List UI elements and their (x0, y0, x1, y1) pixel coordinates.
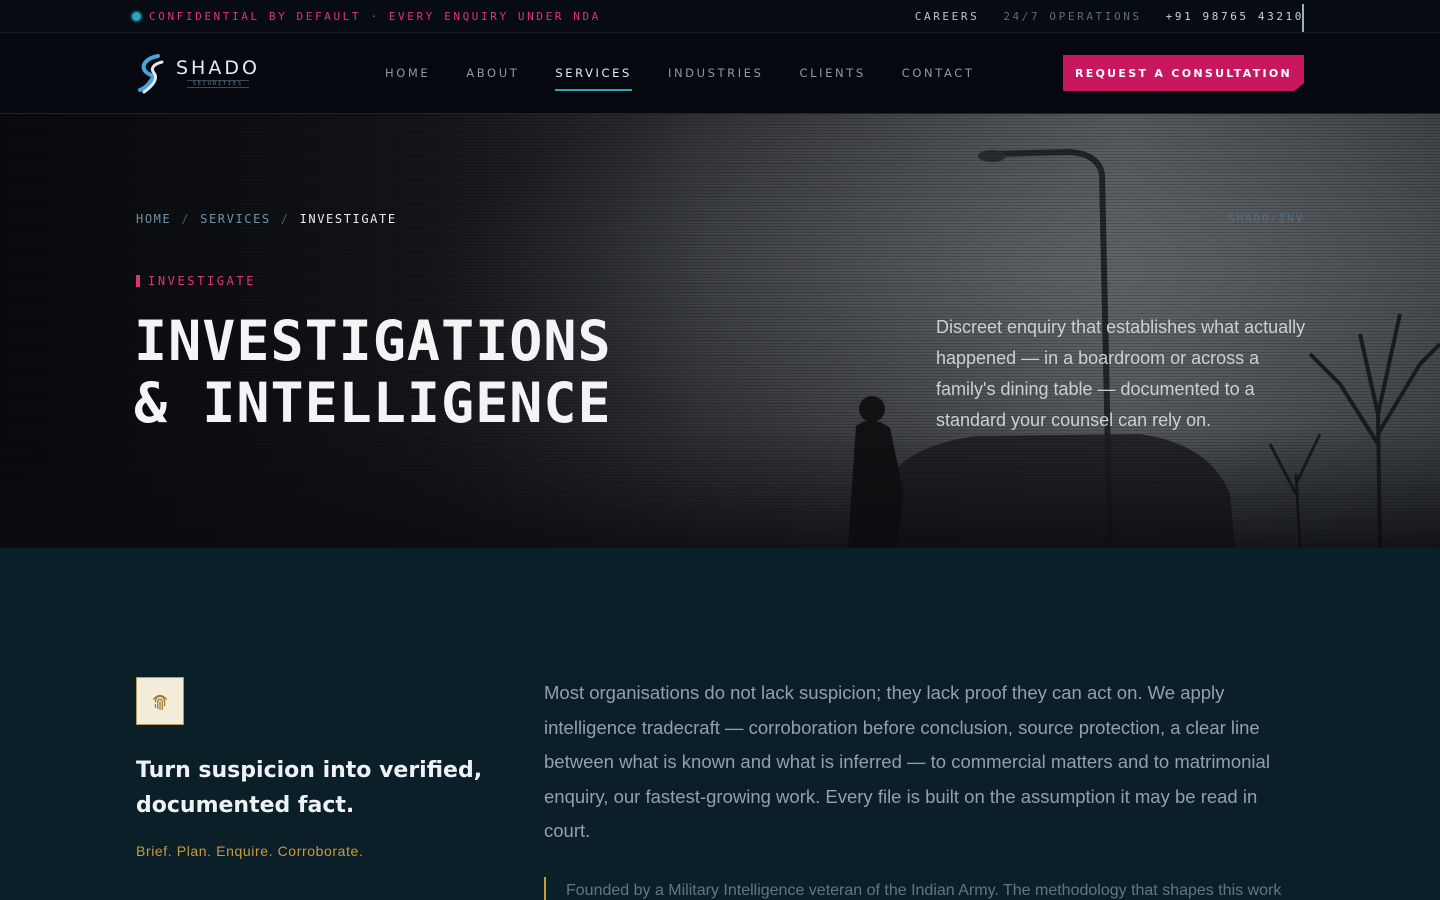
eyebrow-label: INVESTIGATE (148, 274, 257, 288)
logo-mark-icon (138, 54, 164, 94)
founder-quote: Founded by a Military Intelligence veter… (544, 877, 1304, 900)
page-title: INVESTIGATIONS & INTELLIGENCE (134, 310, 612, 434)
top-bar-links: CAREERS 24/7 OPERATIONS +91 98765 43210 (915, 10, 1304, 23)
section-heading: Turn suspicion into verified, documented… (136, 758, 483, 818)
process-motto: Brief. Plan. Enquire. Corroborate. (136, 843, 364, 859)
breadcrumb-separator: / (280, 212, 290, 226)
nav-item-home[interactable]: HOME (385, 60, 430, 86)
nav-item-industries[interactable]: INDUSTRIES (668, 60, 764, 86)
brand-name: SHADO (176, 57, 260, 79)
top-bar-divider (1302, 4, 1304, 32)
fingerprint-badge (136, 677, 184, 725)
eyebrow-marker (136, 275, 140, 287)
page-title-line-2: & INTELLIGENCE (134, 371, 612, 435)
confidential-notice-text: CONFIDENTIAL BY DEFAULT · EVERY ENQUIRY … (149, 9, 601, 23)
section-body-text: Most organisations do not lack suspicion… (544, 682, 1270, 841)
section-eyebrow: INVESTIGATE (136, 274, 256, 288)
fingerprint-icon (152, 694, 168, 710)
careers-link[interactable]: CAREERS (915, 10, 980, 23)
status-dot-icon (132, 11, 141, 21)
main-navigation: SHADO SECURITIES HOME ABOUT SERVICES IND… (0, 33, 1440, 114)
nav-item-about[interactable]: ABOUT (466, 60, 519, 86)
nav-item-services[interactable]: SERVICES (555, 60, 632, 91)
service-overview: Turn suspicion into verified, documented… (0, 548, 1440, 900)
page-title-line-1: INVESTIGATIONS (134, 309, 612, 373)
confidential-notice: CONFIDENTIAL BY DEFAULT · EVERY ENQUIRY … (132, 10, 601, 23)
page-code: SHADO/INV (1228, 212, 1304, 225)
breadcrumb-home[interactable]: HOME (136, 212, 171, 226)
brand-logo[interactable]: SHADO SECURITIES (136, 51, 280, 95)
breadcrumb-current: INVESTIGATE (299, 212, 397, 226)
breadcrumb: HOME / SERVICES / INVESTIGATE (136, 212, 397, 226)
operations-label: 24/7 OPERATIONS (1003, 9, 1142, 23)
nav-item-clients[interactable]: CLIENTS (800, 60, 866, 86)
breadcrumb-separator: / (181, 212, 191, 226)
hero-bottom-fade (0, 428, 1440, 548)
top-bar: CONFIDENTIAL BY DEFAULT · EVERY ENQUIRY … (0, 0, 1440, 33)
hero-description: Discreet enquiry that establishes what a… (936, 317, 1306, 430)
nav-item-contact[interactable]: CONTACT (902, 60, 975, 86)
nav-menu: HOME ABOUT SERVICES INDUSTRIES CLIENTS C… (385, 33, 974, 113)
phone-link[interactable]: +91 98765 43210 (1166, 10, 1304, 23)
hero-banner: HOME / SERVICES / INVESTIGATE SHADO/INV … (0, 114, 1440, 548)
brand-tagline: SECURITIES (186, 80, 250, 88)
request-consultation-button[interactable]: REQUEST A CONSULTATION (1063, 55, 1304, 91)
breadcrumb-services[interactable]: SERVICES (200, 212, 271, 226)
